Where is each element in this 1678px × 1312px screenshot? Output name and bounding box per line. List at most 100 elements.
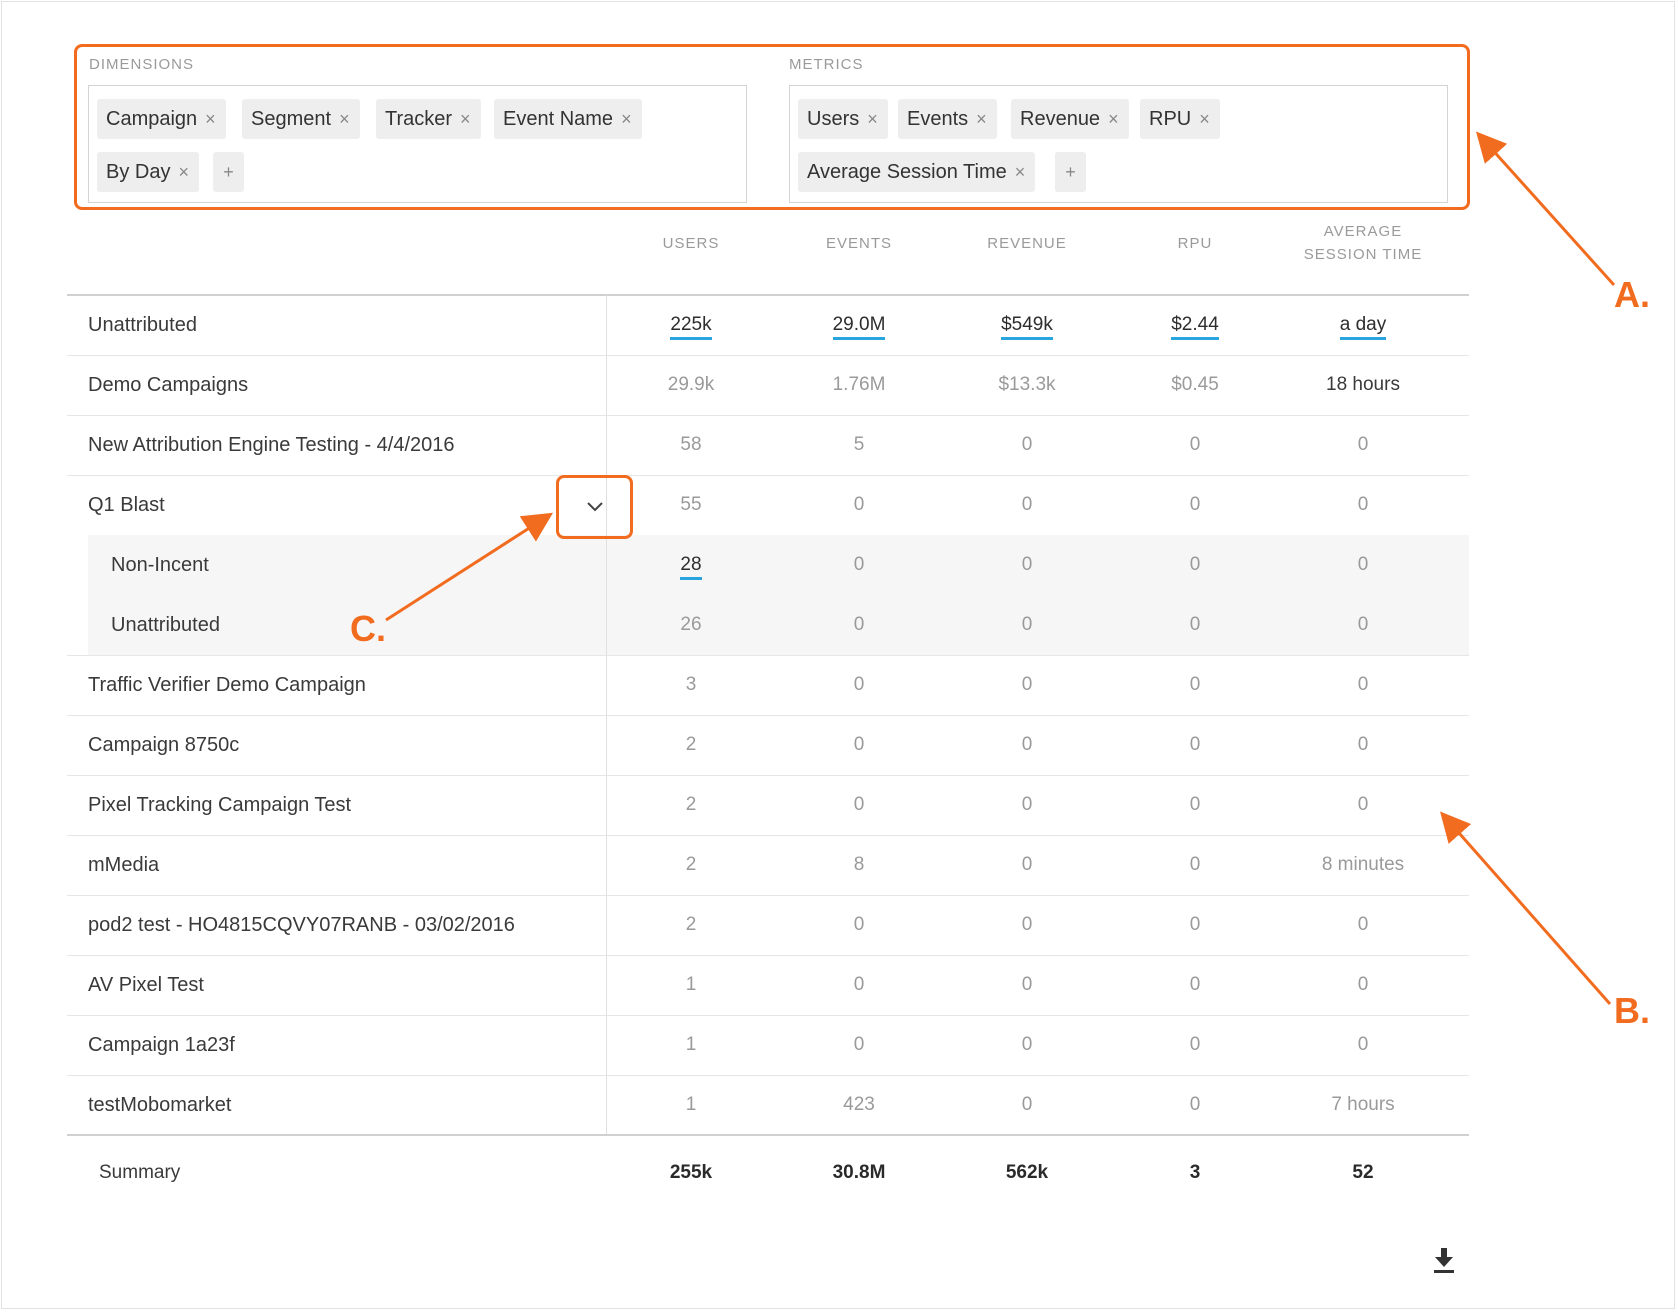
cell-events: 8 xyxy=(853,854,865,875)
table-row[interactable]: AV Pixel Test 1 0 0 0 0 xyxy=(67,955,1469,1015)
download-icon[interactable] xyxy=(1432,1246,1456,1274)
row-label: Q1 Blast xyxy=(88,494,165,516)
table-row-nested[interactable]: Non-Incent 28 0 0 0 0 xyxy=(88,535,1469,595)
cell-revenue: 0 xyxy=(1021,1034,1033,1055)
annotation-label-a: A. xyxy=(1614,274,1650,315)
cell-events: 423 xyxy=(843,1094,875,1115)
row-label: testMobomarket xyxy=(88,1094,232,1116)
cell-rpu[interactable]: $2.44 xyxy=(1135,295,1255,355)
row-label: Campaign 1a23f xyxy=(88,1034,235,1056)
table-row[interactable]: Pixel Tracking Campaign Test 2 0 0 0 0 xyxy=(67,775,1469,835)
cell-average-session-time: 0 xyxy=(1357,974,1369,995)
cell-events: 0 xyxy=(853,614,865,635)
cell-events: 0 xyxy=(853,494,865,515)
row-label: Unattributed xyxy=(111,614,220,636)
cell-events: 0 xyxy=(853,554,865,575)
cell-revenue: 0 xyxy=(1021,974,1033,995)
cell-revenue: 0 xyxy=(1021,914,1033,935)
cell-revenue: 0 xyxy=(1021,554,1033,575)
cell-revenue: 0 xyxy=(1021,494,1033,515)
cell-users: 26 xyxy=(680,614,702,635)
cell-users: 1 xyxy=(685,974,697,995)
cell-users[interactable]: 28 xyxy=(631,535,751,595)
summary-revenue: 562k xyxy=(1005,1162,1049,1183)
annotation-label-c: C. xyxy=(350,608,386,649)
cell-rpu: 0 xyxy=(1189,914,1201,935)
summary-events: 30.8M xyxy=(832,1162,886,1183)
table-row[interactable]: Unattributed 225k 29.0M $549k $2.44 a da… xyxy=(67,295,1469,355)
cell-revenue: 0 xyxy=(1021,794,1033,815)
cell-revenue: 0 xyxy=(1021,674,1033,695)
cell-revenue: 0 xyxy=(1021,434,1033,455)
table-row[interactable]: Campaign 1a23f 1 0 0 0 0 xyxy=(67,1015,1469,1075)
cell-average-session-time: 0 xyxy=(1357,914,1369,935)
column-header-users[interactable]: USERS xyxy=(631,232,751,255)
column-header-average-session-time[interactable]: AVERAGE SESSION TIME xyxy=(1288,220,1438,266)
row-label: pod2 test - HO4815CQVY07RANB - 03/02/201… xyxy=(88,914,515,936)
cell-users: 3 xyxy=(685,674,697,695)
table-row[interactable]: Q1 Blast 55 0 0 0 0 xyxy=(67,475,1469,535)
cell-users: 2 xyxy=(685,914,697,935)
cell-events: 0 xyxy=(853,914,865,935)
cell-rpu: 0 xyxy=(1189,734,1201,755)
row-label: mMedia xyxy=(88,854,160,876)
summary-average-session-time: 52 xyxy=(1352,1162,1374,1183)
table-row[interactable]: pod2 test - HO4815CQVY07RANB - 03/02/201… xyxy=(67,895,1469,955)
row-label: AV Pixel Test xyxy=(88,974,204,996)
table-row[interactable]: Demo Campaigns 29.9k 1.76M $13.3k $0.45 … xyxy=(67,355,1469,415)
row-label: Demo Campaigns xyxy=(88,374,249,396)
table-row[interactable]: mMedia 2 8 0 0 8 minutes xyxy=(67,835,1469,895)
cell-rpu: 0 xyxy=(1189,434,1201,455)
cell-average-session-time: 0 xyxy=(1357,794,1369,815)
cell-events: 0 xyxy=(853,794,865,815)
table-row[interactable]: Traffic Verifier Demo Campaign 3 0 0 0 0 xyxy=(67,655,1469,715)
summary-label: Summary xyxy=(99,1162,181,1183)
cell-average-session-time[interactable]: a day xyxy=(1303,295,1423,355)
column-header-revenue[interactable]: REVENUE xyxy=(967,232,1087,255)
row-label: Traffic Verifier Demo Campaign xyxy=(88,674,366,696)
cell-revenue: 0 xyxy=(1021,614,1033,635)
cell-users: 29.9k xyxy=(667,374,715,395)
cell-revenue[interactable]: $549k xyxy=(967,295,1087,355)
cell-revenue: 0 xyxy=(1021,854,1033,875)
cell-rpu: 0 xyxy=(1189,854,1201,875)
cell-average-session-time: 8 minutes xyxy=(1321,854,1405,875)
table-row[interactable]: Campaign 8750c 2 0 0 0 0 xyxy=(67,715,1469,775)
cell-users: 2 xyxy=(685,854,697,875)
cell-events: 0 xyxy=(853,734,865,755)
table-row-nested[interactable]: Unattributed 26 0 0 0 0 xyxy=(88,595,1469,655)
cell-users: 2 xyxy=(685,794,697,815)
cell-average-session-time: 0 xyxy=(1357,554,1369,575)
cell-events: 0 xyxy=(853,974,865,995)
row-label: Campaign 8750c xyxy=(88,734,240,756)
cell-users[interactable]: 225k xyxy=(631,295,751,355)
cell-revenue: 0 xyxy=(1021,734,1033,755)
summary-users: 255k xyxy=(669,1162,713,1183)
row-label: Unattributed xyxy=(88,314,197,336)
cell-users: 2 xyxy=(685,734,697,755)
cell-average-session-time: 7 hours xyxy=(1331,1094,1395,1115)
column-header-rpu[interactable]: RPU xyxy=(1135,232,1255,255)
cell-rpu: 0 xyxy=(1189,1094,1201,1115)
cell-average-session-time: 0 xyxy=(1357,614,1369,635)
table-row[interactable]: New Attribution Engine Testing - 4/4/201… xyxy=(67,415,1469,475)
cell-rpu: 0 xyxy=(1189,494,1201,515)
cell-users: 55 xyxy=(680,494,702,515)
cell-revenue: $13.3k xyxy=(998,374,1056,395)
cell-events: 0 xyxy=(853,674,865,695)
cell-users: 58 xyxy=(680,434,702,455)
chevron-down-icon[interactable] xyxy=(580,492,610,522)
cell-rpu: 0 xyxy=(1189,974,1201,995)
cell-average-session-time: 0 xyxy=(1357,734,1369,755)
cell-average-session-time: 18 hours xyxy=(1326,374,1400,395)
cell-users: 1 xyxy=(685,1034,697,1055)
cell-rpu: 0 xyxy=(1189,1034,1201,1055)
cell-events[interactable]: 29.0M xyxy=(799,295,919,355)
row-label: New Attribution Engine Testing - 4/4/201… xyxy=(88,434,455,456)
column-header-events[interactable]: EVENTS xyxy=(799,232,919,255)
row-label: Non-Incent xyxy=(111,554,209,576)
table-row[interactable]: testMobomarket 1 423 0 0 7 hours xyxy=(67,1075,1469,1135)
cell-average-session-time: 0 xyxy=(1357,674,1369,695)
cell-average-session-time: 0 xyxy=(1357,1034,1369,1055)
cell-rpu: 0 xyxy=(1189,674,1201,695)
